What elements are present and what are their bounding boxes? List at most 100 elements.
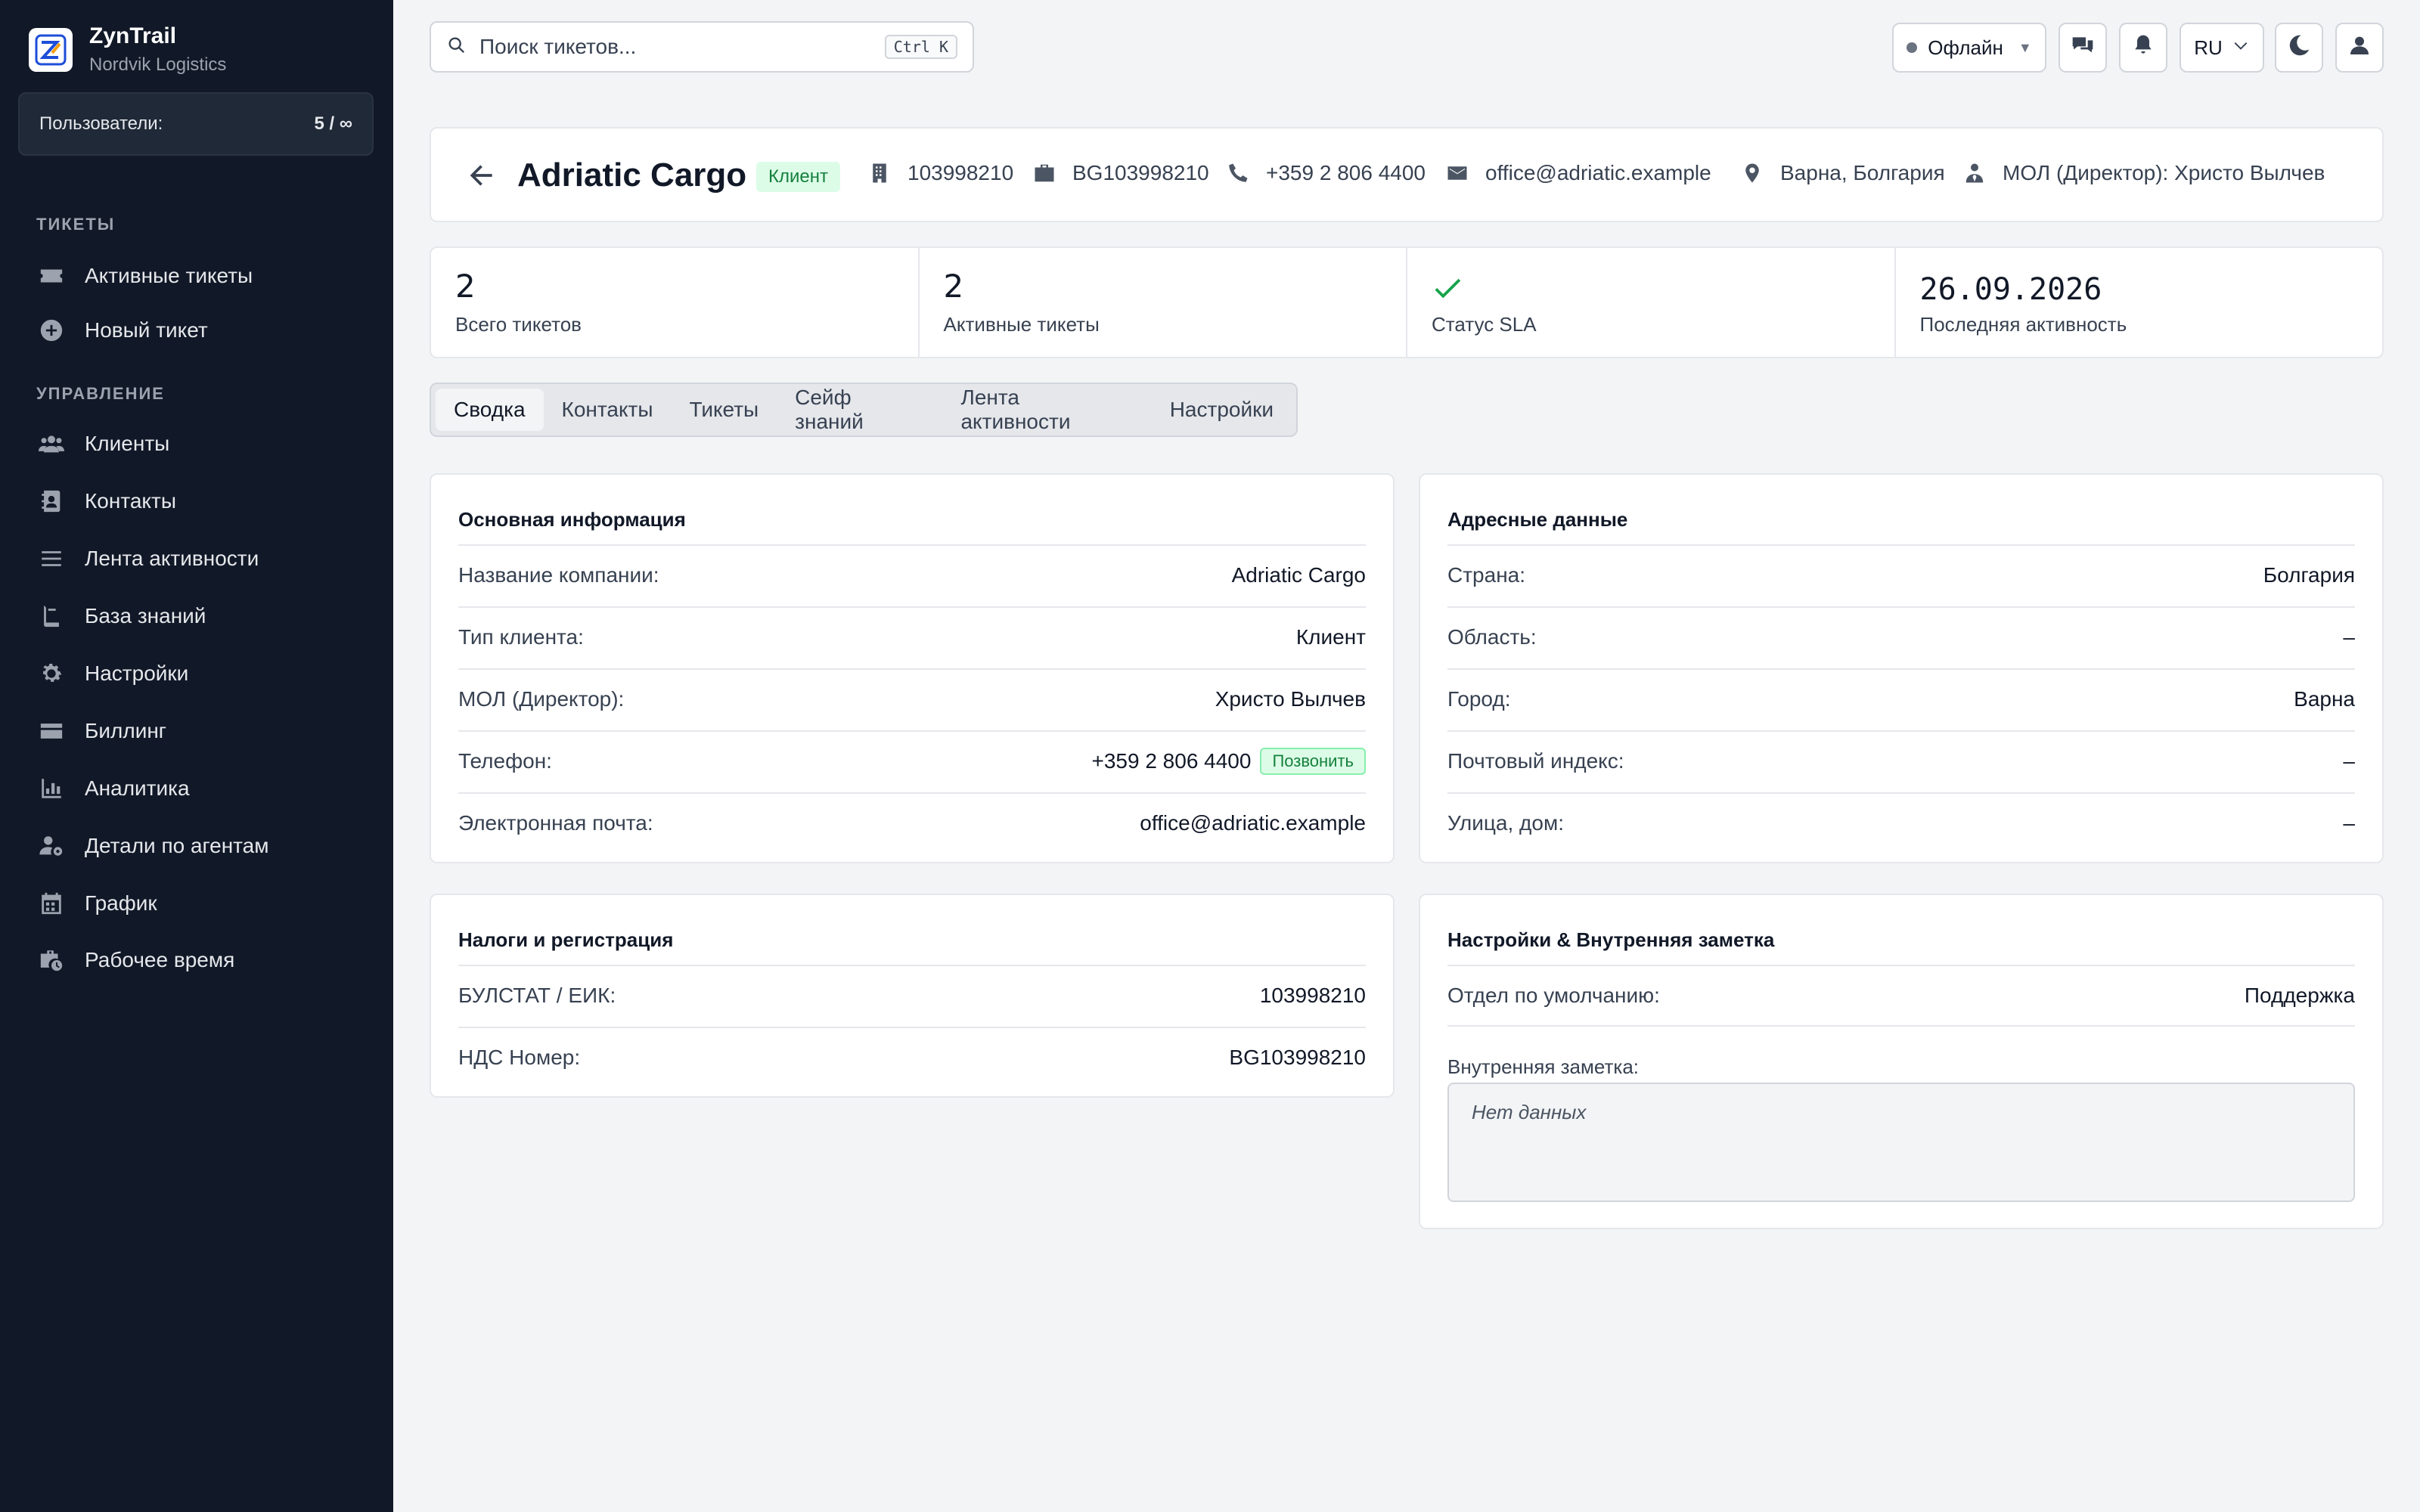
address-row-label: Страна:	[1447, 563, 1526, 587]
book-icon	[36, 601, 67, 631]
bell-icon	[2131, 33, 2155, 63]
settings-row: Отдел по умолчанию: Поддержка	[1447, 965, 2355, 1025]
basic-info-card: Основная информация Название компании: A…	[430, 473, 1395, 863]
tab-settings[interactable]: Настройки	[1152, 389, 1292, 431]
sidebar-item-agent-details[interactable]: Детали по агентам	[36, 827, 269, 865]
users-quota: Пользователи: 5 / ∞	[18, 92, 374, 156]
language-value: RU	[2194, 36, 2223, 59]
address-row: Почтовый индекс: –	[1447, 730, 2355, 791]
phone-value: +359 2 806 4400	[1091, 749, 1252, 773]
user-icon	[2347, 33, 2372, 63]
envelope-icon	[1447, 166, 1467, 180]
info-row-label: Тип клиента:	[458, 625, 584, 649]
users-quota-value: 5 / ∞	[314, 113, 352, 134]
status-dropdown[interactable]: Офлайн ▼	[1892, 23, 2046, 73]
sidebar-item-activity-feed[interactable]: Лента активности	[36, 540, 259, 578]
address-row: Город: Варна	[1447, 668, 2355, 729]
tax-row-value: 103998210	[1259, 984, 1366, 1007]
status-dot	[1907, 42, 1918, 53]
sidebar-item-billing[interactable]: Биллинг	[36, 712, 166, 750]
stat-last-activity: 26.09.2026 Последняя активность	[1896, 248, 2383, 357]
sidebar-item-label: Рабочее время	[85, 948, 235, 971]
plus-circle-icon	[36, 315, 67, 345]
tab-tickets[interactable]: Тикеты	[671, 389, 777, 431]
contact-book-icon	[36, 486, 67, 516]
tab-activity-feed[interactable]: Лента активности	[942, 386, 1151, 433]
theme-toggle-button[interactable]	[2275, 23, 2323, 73]
brand[interactable]: ZynTrail Nordvik Logistics	[29, 23, 226, 77]
sidebar-item-label: График	[85, 891, 157, 915]
internal-note-text: Нет данных	[1472, 1101, 1587, 1123]
moon-icon	[2287, 33, 2311, 63]
tax-row-label: БУЛСТАТ / ЕИК:	[458, 984, 616, 1007]
info-row: МОЛ (Директор): Христо Вылчев	[458, 668, 1366, 729]
client-location: Варна, Болгария	[1741, 157, 1945, 189]
chevron-down-icon	[2232, 36, 2250, 60]
call-button[interactable]: Позвонить	[1260, 748, 1366, 775]
tax-row: НДС Номер: BG103998210	[458, 1027, 1366, 1087]
nav-section-management: УПРАВЛЕНИЕ	[36, 384, 165, 403]
client-name: Adriatic Cargo	[517, 156, 747, 194]
sidebar-item-contacts[interactable]: Контакты	[36, 482, 176, 520]
client-manager-value: МОЛ (Директор): Христо Вылчев	[2003, 161, 2325, 184]
sidebar-item-settings[interactable]: Настройки	[36, 655, 188, 692]
info-row: Электронная почта: office@adriatic.examp…	[458, 792, 1366, 853]
sidebar-item-working-hours[interactable]: Рабочее время	[36, 941, 234, 979]
address-row: Улица, дом: –	[1447, 792, 2355, 853]
notifications-button[interactable]	[2119, 23, 2167, 73]
sidebar-item-label: Новый тикет	[85, 318, 208, 342]
settings-row-label: Отдел по умолчанию:	[1447, 984, 1660, 1007]
address-card: Адресные данные Страна: Болгария Область…	[1419, 473, 2384, 863]
internal-note-field[interactable]: Нет данных	[1447, 1083, 2355, 1202]
stats-bar: 2 Всего тикетов 2 Активные тикеты Статус…	[430, 246, 2384, 358]
client-vat: BG103998210	[1033, 157, 1209, 189]
client-location-value: Варна, Болгария	[1780, 161, 1945, 184]
sidebar-item-active-tickets[interactable]: Активные тикеты	[36, 257, 253, 295]
map-pin-icon	[1745, 163, 1759, 183]
back-button[interactable]	[464, 159, 498, 192]
language-select[interactable]: RU	[2180, 23, 2264, 73]
stat-total-tickets-value: 2	[455, 268, 476, 305]
sidebar-item-knowledge-base[interactable]: База знаний	[36, 597, 206, 635]
stat-last-activity-value: 26.09.2026	[1919, 272, 2102, 307]
client-manager: МОЛ (Директор): Христо Вылчев	[1963, 157, 2325, 189]
sidebar-item-schedule[interactable]: График	[36, 885, 157, 922]
address-row: Область: –	[1447, 606, 2355, 667]
phone-icon	[1229, 163, 1248, 182]
client-email[interactable]: office@adriatic.example	[1446, 157, 1711, 189]
client-email-value: office@adriatic.example	[1485, 161, 1711, 184]
info-row-phone: Телефон: +359 2 806 4400 Позвонить	[458, 730, 1366, 791]
search-bar[interactable]: Ctrl K	[430, 21, 974, 73]
user-menu-button[interactable]	[2335, 23, 2384, 73]
briefcase-icon	[1035, 164, 1054, 182]
stat-sla: Статус SLA	[1407, 248, 1896, 357]
sidebar-item-analytics[interactable]: Аналитика	[36, 770, 190, 807]
sidebar-item-label: Активные тикеты	[85, 264, 253, 287]
sidebar-item-clients[interactable]: Клиенты	[36, 425, 169, 463]
search-shortcut-hint: Ctrl K	[884, 35, 957, 59]
client-bulstat-value: 103998210	[908, 161, 1014, 184]
info-row-label: МОЛ (Директор):	[458, 687, 625, 711]
client-phone[interactable]: +359 2 806 4400	[1227, 157, 1426, 189]
app-logo	[29, 28, 73, 72]
org-name: Nordvik Logistics	[89, 54, 227, 75]
address-row-label: Город:	[1447, 687, 1511, 711]
tab-knowledge-vault[interactable]: Сейф знаний	[777, 386, 942, 433]
client-phone-value: +359 2 806 4400	[1266, 161, 1426, 184]
client-tabs: Сводка Контакты Тикеты Сейф знаний Лента…	[430, 383, 1298, 437]
sidebar-item-label: База знаний	[85, 604, 206, 627]
user-tie-icon	[1965, 163, 1984, 183]
caret-down-icon: ▼	[2018, 39, 2032, 55]
chat-button[interactable]	[2059, 23, 2107, 73]
search-input[interactable]	[479, 35, 885, 59]
users-icon	[36, 429, 67, 459]
settings-row-value: Поддержка	[2244, 984, 2355, 1007]
tab-contacts[interactable]: Контакты	[544, 389, 672, 431]
sidebar-item-new-ticket[interactable]: Новый тикет	[36, 311, 208, 349]
client-bulstat: 103998210	[868, 157, 1013, 189]
stat-last-activity-label: Последняя активность	[1919, 313, 2127, 336]
info-row-value: Adriatic Cargo	[1231, 563, 1366, 587]
info-row-value: Христо Вылчев	[1215, 687, 1366, 711]
sidebar-item-label: Биллинг	[85, 719, 167, 742]
tab-summary[interactable]: Сводка	[436, 389, 544, 431]
